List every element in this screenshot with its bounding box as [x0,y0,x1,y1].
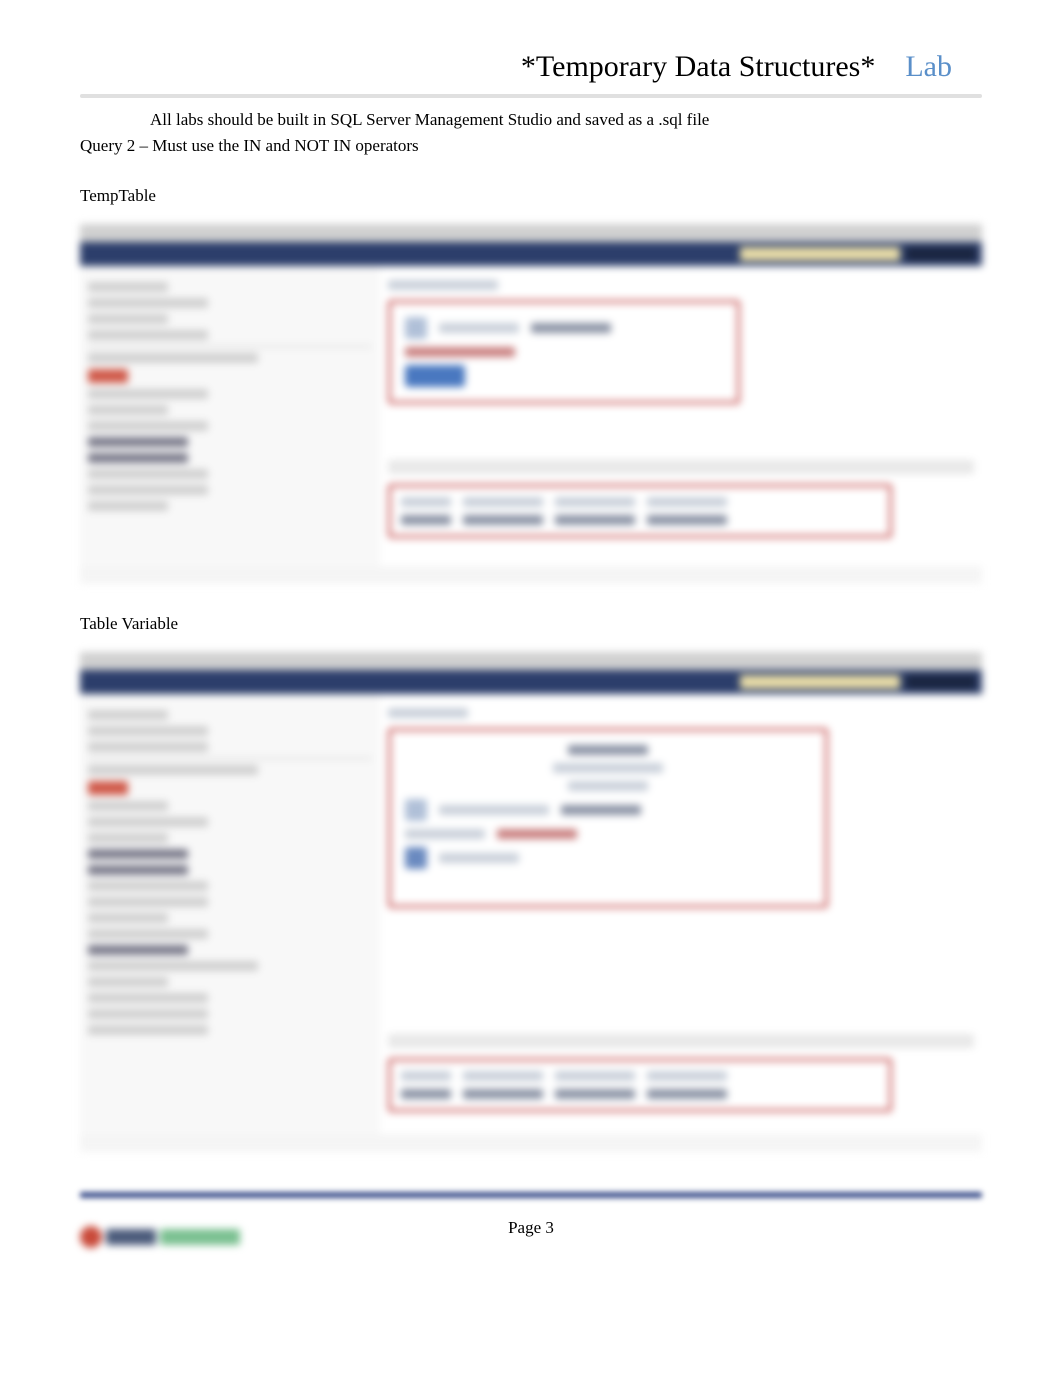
note-text: All labs should be built in SQL Server M… [150,110,709,130]
footer-logo [80,1226,240,1248]
query-description: Query 2 – Must use the IN and NOT IN ope… [80,136,982,156]
page-title-main: *Temporary Data Structures* [521,50,875,84]
section-tablevariable-label: Table Variable [80,614,982,634]
screenshot-temptable [80,224,982,584]
footer-rule [80,1192,982,1198]
section-temptable-label: TempTable [80,186,982,206]
page-number: Page 3 [508,1218,554,1238]
screenshot-tablevariable [80,652,982,1152]
header-underline [80,94,982,98]
page-title-lab: Lab [905,50,952,84]
